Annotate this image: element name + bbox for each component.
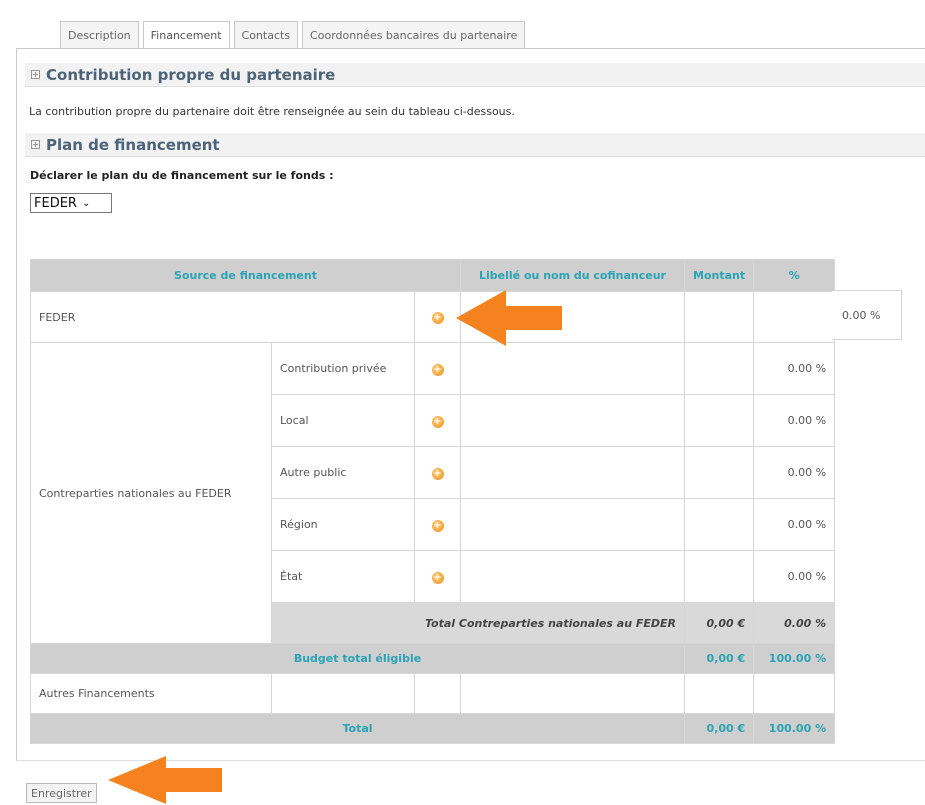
subtotal-pct: 0.00 % — [753, 602, 836, 644]
plan-label: Déclarer le plan du de financement sur l… — [30, 169, 334, 182]
table-header-row: Source de financement Libellé ou nom du … — [30, 259, 836, 292]
fund-select[interactable]: FEDER ⌄ — [30, 193, 112, 213]
plus-circle-icon[interactable]: + — [431, 467, 444, 480]
tab-description[interactable]: Description — [60, 21, 139, 49]
tab-coordonnees-bancaires[interactable]: Coordonnées bancaires du partenaire — [302, 21, 526, 49]
total-row: Total 0,00 € 100.00 % — [30, 713, 836, 744]
pct-cell — [753, 291, 836, 343]
tab-contacts[interactable]: Contacts — [233, 21, 299, 49]
arrow-left-icon — [456, 290, 562, 346]
row-label: Contribution privée — [271, 342, 415, 395]
table-row: Contreparties nationales au FEDER Contri… — [30, 342, 836, 644]
total-label: Total — [30, 713, 685, 744]
table-row: FEDER + — [30, 291, 836, 343]
section-title: Plan de financement — [46, 135, 220, 154]
table-row: Autres Financements — [30, 673, 836, 714]
total-amount: 0,00 € — [683, 713, 755, 744]
row-label: Région — [271, 498, 415, 551]
budget-amount: 0,00 € — [683, 643, 755, 674]
arrow-left-icon — [108, 756, 222, 804]
financing-table: Source de financement Libellé ou nom du … — [30, 259, 836, 744]
pct-cell: 0.00 % — [753, 498, 836, 551]
plus-circle-icon[interactable]: + — [431, 571, 444, 584]
chevron-down-icon: ⌄ — [81, 197, 91, 209]
montant-cell — [683, 291, 755, 343]
expand-icon[interactable]: + — [31, 70, 40, 79]
total-pct: 100.00 % — [753, 713, 836, 744]
plus-circle-icon[interactable]: + — [431, 415, 444, 428]
budget-row: Budget total éligible 0,00 € 100.00 % — [30, 643, 836, 674]
subtotal-label: Total Contreparties nationales au FEDER — [271, 602, 685, 644]
plus-circle-icon[interactable]: + — [431, 519, 444, 532]
row-label: Autres Financements — [30, 673, 272, 714]
pct-cell: 0.00 % — [753, 342, 836, 395]
contribution-info-text: La contribution propre du partenaire doi… — [29, 105, 515, 118]
budget-label: Budget total éligible — [30, 643, 685, 674]
plus-circle-icon[interactable]: + — [431, 312, 444, 324]
row-label: FEDER — [30, 291, 415, 343]
plus-circle-icon[interactable]: + — [431, 363, 444, 376]
budget-pct: 100.00 % — [753, 643, 836, 674]
fund-select-value: FEDER — [34, 195, 77, 211]
header-source: Source de financement — [30, 259, 461, 292]
feder-pct-overflow: 0.00 % — [832, 290, 902, 340]
row-label: Local — [271, 394, 415, 447]
pct-cell: 0.00 % — [753, 446, 836, 499]
save-button[interactable]: Enregistrer — [26, 783, 97, 803]
header-pct: % — [753, 259, 836, 292]
header-libelle: Libellé ou nom du cofinanceur — [460, 259, 685, 292]
pct-cell: 0.00 % — [753, 550, 836, 603]
contreparties-label: Contreparties nationales au FEDER — [30, 342, 272, 644]
row-label: État — [271, 550, 415, 603]
expand-icon[interactable]: + — [31, 140, 40, 149]
tab-financement[interactable]: Financement — [142, 21, 230, 49]
subtotal-amount: 0,00 € — [683, 602, 755, 644]
section-title: Contribution propre du partenaire — [46, 65, 336, 84]
tab-bar: Description Financement Contacts Coordon… — [60, 21, 526, 49]
pct-cell: 0.00 % — [753, 394, 836, 447]
section-contribution-header[interactable]: + Contribution propre du partenaire — [25, 63, 925, 87]
row-label: Autre public — [271, 446, 415, 499]
section-plan-header[interactable]: + Plan de financement — [25, 133, 925, 157]
header-montant: Montant — [683, 259, 755, 292]
